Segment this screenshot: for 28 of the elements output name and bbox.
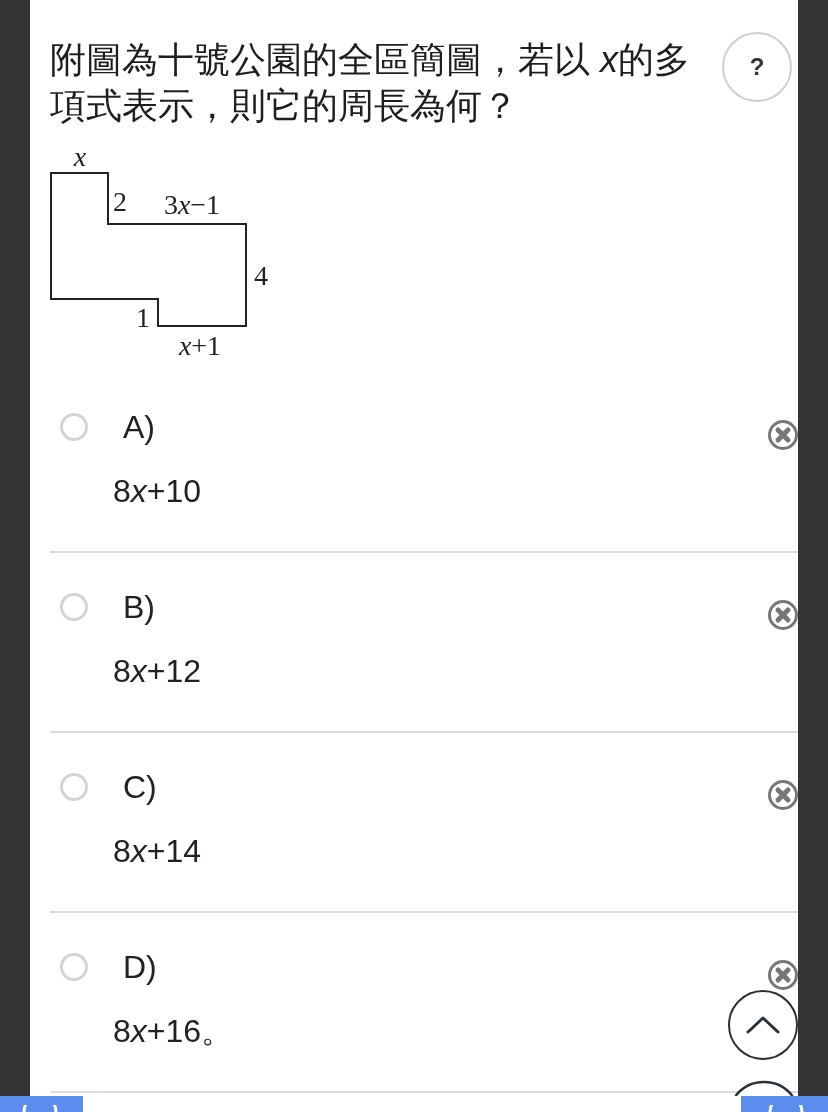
answer-text: 8x+16。 bbox=[113, 1013, 234, 1049]
answer-text: 8x+14 bbox=[113, 833, 202, 869]
dimension-label: 4 bbox=[254, 261, 268, 291]
cross-circle-icon[interactable] bbox=[768, 420, 798, 450]
bottom-button[interactable] bbox=[0, 1096, 83, 1112]
cross-circle-icon[interactable] bbox=[768, 780, 798, 810]
arc-icon bbox=[768, 1105, 804, 1112]
arc-icon bbox=[22, 1105, 58, 1112]
chevron-up-icon bbox=[746, 1016, 780, 1034]
dimension-label: 1 bbox=[136, 303, 150, 333]
answer-text: 8x+10 bbox=[113, 473, 202, 509]
radio-button[interactable] bbox=[60, 953, 88, 981]
cross-circle-icon[interactable] bbox=[768, 960, 798, 990]
option-letter: B) bbox=[123, 588, 155, 627]
question-text: 附圖為十號公園的全區簡圖，若以 x的多項式表示，則它的周長為何？ bbox=[50, 38, 691, 128]
option-letter: A) bbox=[123, 408, 155, 447]
dimension-label: x bbox=[73, 142, 87, 172]
dimension-label: x+1 bbox=[178, 331, 222, 361]
answer-text: 8x+12 bbox=[113, 653, 202, 689]
option-letter: D) bbox=[123, 948, 157, 987]
dimension-label: 3x−1 bbox=[163, 190, 221, 220]
radio-button[interactable] bbox=[60, 773, 88, 801]
help-button[interactable]: ? bbox=[722, 32, 792, 102]
cross-circle-icon[interactable] bbox=[768, 600, 798, 630]
dimension-label: 2 bbox=[113, 187, 127, 217]
option-letter: C) bbox=[123, 768, 157, 807]
radio-button[interactable] bbox=[60, 413, 88, 441]
radio-button[interactable] bbox=[60, 593, 88, 621]
